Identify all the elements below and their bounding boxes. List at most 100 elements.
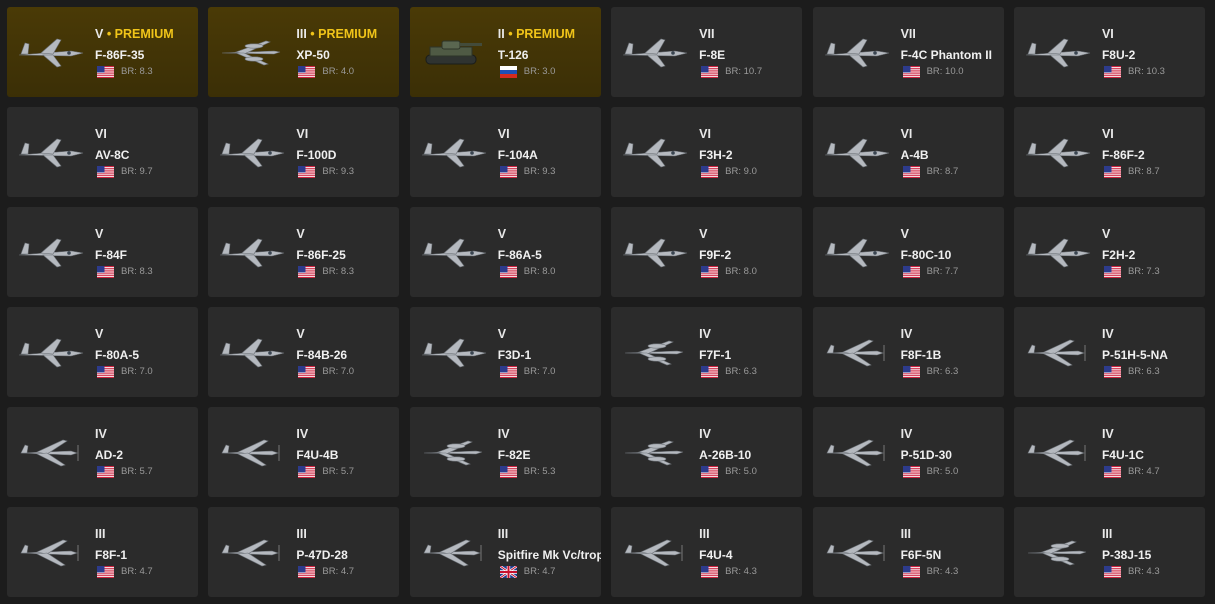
vehicle-card[interactable]: V F-86F-25 BR: 8.3 bbox=[208, 207, 400, 297]
premium-label: PREMIUM bbox=[114, 27, 174, 41]
battle-rating: BR: 4.7 bbox=[1127, 466, 1160, 477]
usa-flag-icon bbox=[298, 565, 316, 578]
vehicle-name: F-86A-5 bbox=[497, 248, 542, 262]
battle-rating: BR: 8.0 bbox=[725, 266, 757, 277]
vehicle-card[interactable]: V F-80A-5 BR: 7.0 bbox=[7, 307, 198, 397]
vehicle-card[interactable]: VI AV-8C BR: 9.7 bbox=[7, 107, 198, 197]
rank-numeral: V bbox=[296, 227, 305, 241]
premium-separator: • bbox=[306, 27, 319, 41]
usa-flag-icon bbox=[1103, 565, 1121, 578]
aircraft-icon bbox=[819, 529, 895, 573]
vehicle-card[interactable]: IV P-51H-5-NA BR: 6.3 bbox=[1013, 307, 1205, 397]
vehicle-rank: IV bbox=[901, 427, 913, 441]
usa-flag-icon bbox=[701, 65, 719, 78]
vehicle-card[interactable]: V F9F-2 BR: 8.0 bbox=[611, 207, 803, 297]
aircraft-icon bbox=[1020, 529, 1096, 573]
usa-flag-icon bbox=[902, 565, 920, 578]
vehicle-card[interactable]: III • PREMIUM XP-50 BR: 4.0 bbox=[208, 7, 400, 97]
vehicle-rank: IV bbox=[95, 427, 107, 441]
vehicle-card[interactable]: V F-84F BR: 8.3 bbox=[7, 207, 198, 297]
vehicle-name: F6F-5N bbox=[900, 548, 942, 562]
vehicle-card[interactable]: V F-80C-10 BR: 7.7 bbox=[812, 207, 1004, 297]
aircraft-icon bbox=[214, 229, 290, 273]
usa-flag-icon bbox=[902, 165, 920, 178]
vehicle-card[interactable]: V F3D-1 BR: 7.0 bbox=[409, 307, 601, 397]
usa-flag-icon bbox=[701, 165, 719, 178]
vehicle-card[interactable]: VI F3H-2 BR: 9.0 bbox=[611, 107, 803, 197]
battle-rating: BR: 4.3 bbox=[926, 566, 959, 577]
vehicle-card[interactable]: V F2H-2 BR: 7.3 bbox=[1013, 207, 1205, 297]
vehicle-rank: V bbox=[296, 327, 304, 341]
vehicle-rank: VI bbox=[1102, 27, 1114, 41]
usa-flag-icon bbox=[499, 165, 517, 178]
vehicle-name: F4U-1C bbox=[1101, 448, 1144, 462]
vehicle-rank: IV bbox=[699, 427, 711, 441]
rank-numeral: IV bbox=[497, 427, 510, 441]
vehicle-rank: III bbox=[95, 527, 105, 541]
vehicle-card[interactable]: III F4U-4 BR: 4.3 bbox=[611, 507, 803, 597]
vehicle-card[interactable]: II • PREMIUM T-126 BR: 3.0 bbox=[409, 7, 601, 97]
vehicle-card[interactable]: VI F-104A BR: 9.3 bbox=[409, 107, 601, 197]
battle-rating: BR: 4.3 bbox=[725, 566, 757, 577]
rank-numeral: V bbox=[1101, 227, 1111, 241]
vehicle-card[interactable]: VII F-4C Phantom II BR: 10.0 bbox=[812, 7, 1004, 97]
rank-numeral: IV bbox=[95, 427, 107, 441]
rank-numeral: III bbox=[95, 527, 106, 541]
vehicle-card[interactable]: IV P-51D-30 BR: 5.0 bbox=[812, 407, 1004, 497]
vehicle-rank: V bbox=[498, 227, 506, 241]
vehicle-rank: V bbox=[1102, 227, 1110, 241]
rank-numeral: V bbox=[497, 327, 507, 341]
vehicle-card[interactable]: VI F-100D BR: 9.3 bbox=[208, 107, 400, 197]
vehicle-card[interactable]: V F-86A-5 BR: 8.0 bbox=[409, 207, 601, 297]
vehicle-card[interactable]: III Spitfire Mk Vc/trop BR: 4.7 bbox=[409, 507, 601, 597]
battle-rating: BR: 8.3 bbox=[322, 266, 355, 277]
vehicle-name: F8F-1 bbox=[95, 548, 128, 562]
battle-rating: BR: 8.3 bbox=[121, 266, 153, 277]
battle-rating: BR: 3.0 bbox=[523, 66, 556, 77]
vehicle-card[interactable]: III P-38J-15 BR: 4.3 bbox=[1013, 507, 1205, 597]
vehicle-card[interactable]: V F-84B-26 BR: 7.0 bbox=[208, 307, 400, 397]
vehicle-card[interactable]: III P-47D-28 BR: 4.7 bbox=[208, 507, 400, 597]
vehicle-card[interactable]: IV AD-2 BR: 5.7 bbox=[7, 407, 198, 497]
vehicle-card[interactable]: VI F8U-2 BR: 10.3 bbox=[1013, 7, 1205, 97]
aircraft-icon bbox=[416, 429, 492, 473]
vehicle-card[interactable]: IV F4U-4B BR: 5.7 bbox=[208, 407, 400, 497]
rank-numeral: IV bbox=[1101, 427, 1114, 441]
vehicle-card[interactable]: IV F-82E BR: 5.3 bbox=[409, 407, 601, 497]
vehicle-rank: IV bbox=[1102, 327, 1114, 341]
aircraft-icon bbox=[617, 129, 693, 173]
vehicle-card[interactable]: IV F7F-1 BR: 6.3 bbox=[611, 307, 803, 397]
vehicle-rank: IV bbox=[699, 327, 711, 341]
vehicle-rank: IV bbox=[1102, 427, 1114, 441]
vehicle-name: AV-8C bbox=[95, 148, 130, 162]
vehicle-grid: V • PREMIUM F-86F-35 BR: 8.3 III • PREMIUM X… bbox=[7, 7, 1205, 597]
vehicle-name: P-47D-28 bbox=[296, 548, 348, 562]
vehicle-card[interactable]: V • PREMIUM F-86F-35 BR: 8.3 bbox=[7, 7, 198, 97]
aircraft-icon bbox=[13, 429, 89, 473]
vehicle-card[interactable]: IV F8F-1B BR: 6.3 bbox=[812, 307, 1004, 397]
usa-flag-icon bbox=[298, 165, 316, 178]
vehicle-card[interactable]: VI A-4B BR: 8.7 bbox=[812, 107, 1004, 197]
vehicle-card[interactable]: IV A-26B-10 BR: 5.0 bbox=[611, 407, 803, 497]
vehicle-card[interactable]: III F8F-1 BR: 4.7 bbox=[7, 507, 198, 597]
usa-flag-icon bbox=[1103, 165, 1121, 178]
battle-rating: BR: 7.3 bbox=[1127, 266, 1160, 277]
usa-flag-icon bbox=[1103, 365, 1121, 378]
vehicle-rank: IV bbox=[901, 327, 913, 341]
vehicle-card[interactable]: III F6F-5N BR: 4.3 bbox=[812, 507, 1004, 597]
battle-rating: BR: 6.3 bbox=[926, 366, 959, 377]
aircraft-icon bbox=[819, 129, 895, 173]
usa-flag-icon bbox=[298, 265, 316, 278]
battle-rating: BR: 8.7 bbox=[1127, 166, 1160, 177]
aircraft-icon bbox=[13, 229, 89, 273]
aircraft-icon bbox=[819, 329, 895, 373]
battle-rating: BR: 4.7 bbox=[121, 566, 153, 577]
rank-numeral: IV bbox=[699, 327, 711, 341]
vehicle-card[interactable]: IV F4U-1C BR: 4.7 bbox=[1013, 407, 1205, 497]
battle-rating: BR: 5.3 bbox=[523, 466, 556, 477]
rank-numeral: IV bbox=[699, 427, 711, 441]
vehicle-card[interactable]: VII F-8E BR: 10.7 bbox=[611, 7, 803, 97]
aircraft-icon bbox=[617, 529, 693, 573]
vehicle-card[interactable]: VI F-86F-2 BR: 8.7 bbox=[1013, 107, 1205, 197]
battle-rating: BR: 5.7 bbox=[322, 466, 355, 477]
